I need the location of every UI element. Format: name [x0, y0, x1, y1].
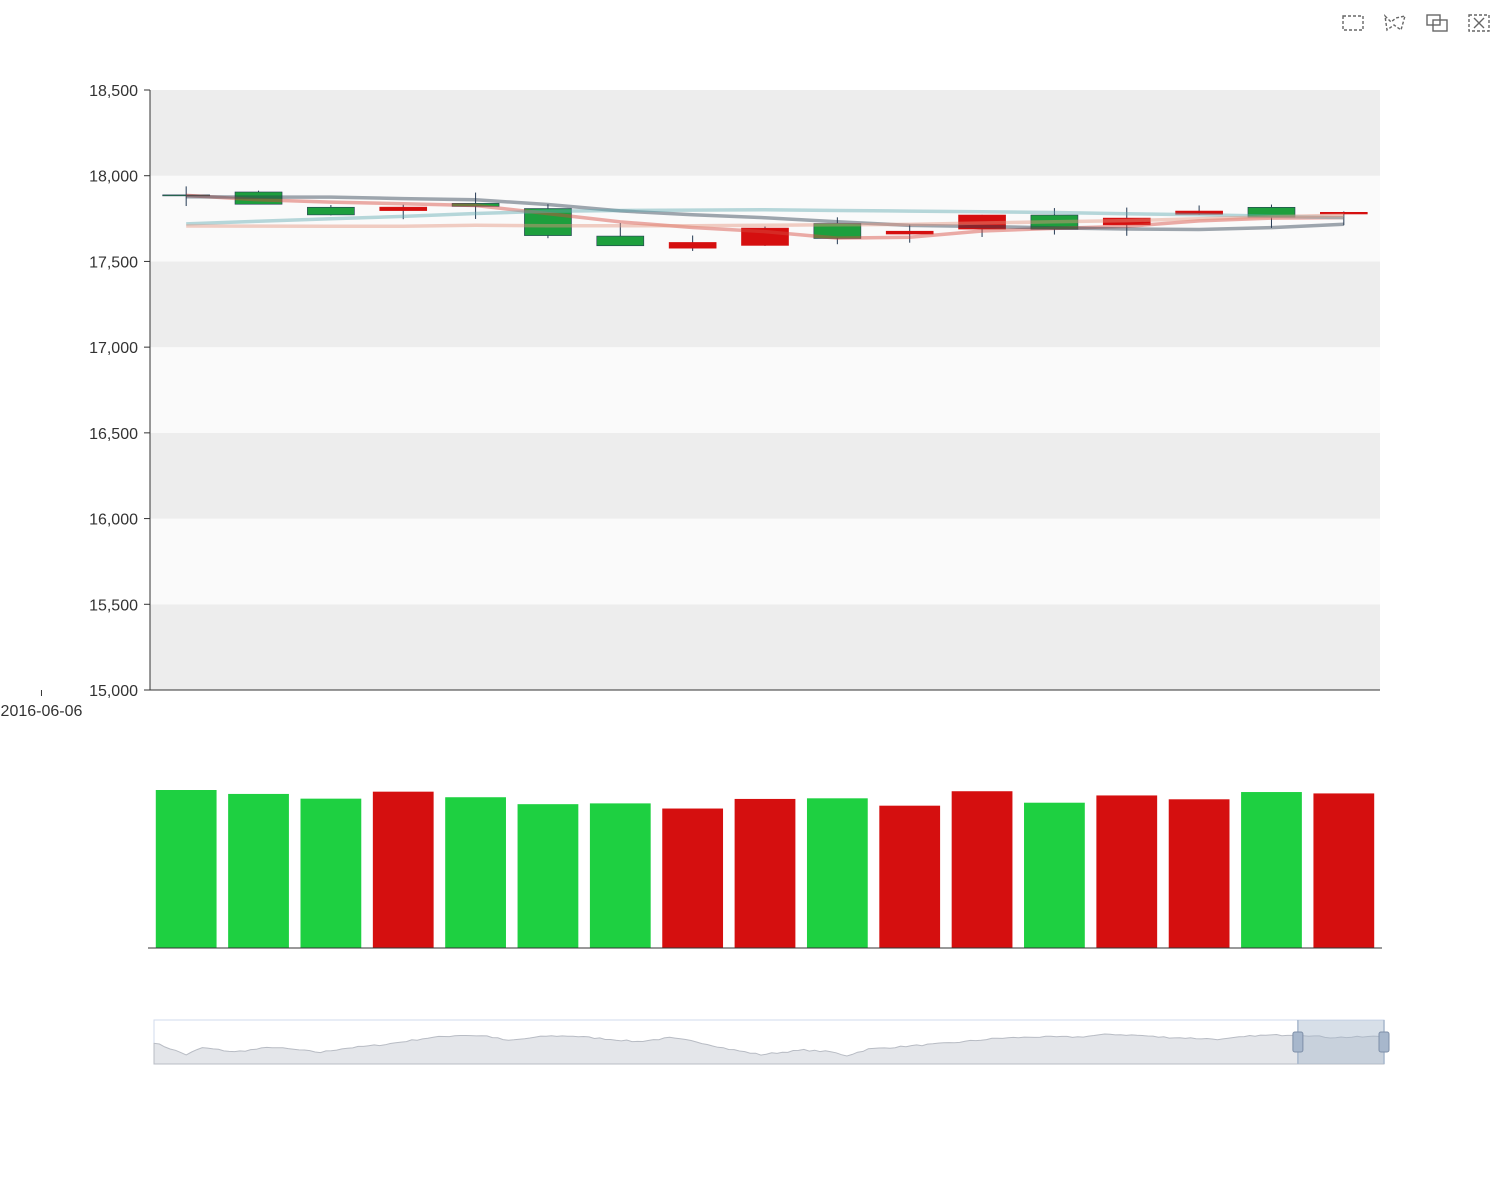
y-tick-label: 17,500: [89, 254, 138, 271]
volume-bar: [662, 808, 724, 948]
volume-bar: [1096, 795, 1158, 948]
candle-body[interactable]: [379, 206, 428, 211]
volume-bar: [734, 798, 796, 948]
candle-body[interactable]: [885, 230, 934, 235]
data-zoom-slider: [153, 1019, 1390, 1065]
price-band: [150, 432, 1380, 519]
volume-bar: [228, 793, 289, 948]
y-tick-label: 17,000: [89, 340, 138, 357]
volume-bar: [372, 791, 434, 948]
slider-handle-right[interactable]: [1378, 1031, 1390, 1053]
candle-body[interactable]: [596, 235, 645, 247]
y-tick-label: 15,500: [89, 597, 138, 614]
x-tick-label: 2016-06-06: [1, 703, 83, 720]
volume-bar: [300, 798, 362, 948]
price-band: [150, 518, 1380, 605]
y-tick-label: 18,000: [89, 169, 138, 186]
candle-body[interactable]: [1320, 211, 1368, 215]
y-tick-label: 16,000: [89, 512, 138, 529]
price-band: [150, 604, 1380, 690]
price-band: [150, 261, 1380, 348]
volume-bar: [1313, 793, 1375, 948]
candle-body[interactable]: [668, 242, 717, 249]
volume-bar: [1168, 799, 1230, 948]
volume-bar: [155, 790, 217, 948]
volume-bar: [951, 791, 1013, 948]
volume-series: [148, 790, 1382, 949]
price-band: [150, 90, 1380, 176]
stock-chart: 15,000 15,500 16,000 16,500 17,000 17,500 18,0…: [1, 83, 1390, 1065]
price-band: [150, 347, 1380, 433]
y-tick-label: 18,500: [89, 83, 138, 100]
candle-body[interactable]: [307, 206, 355, 216]
volume-bar: [589, 803, 651, 948]
slider-window[interactable]: [1297, 1020, 1384, 1064]
slider-handle-left[interactable]: [1292, 1031, 1304, 1053]
volume-bar: [806, 798, 868, 948]
volume-bar: [445, 797, 506, 948]
price-bands: [150, 90, 1380, 690]
volume-bar: [517, 804, 579, 948]
y-tick-label: 15,000: [89, 683, 138, 700]
y-tick-label: 16,500: [89, 426, 138, 443]
volume-bar: [879, 805, 941, 948]
volume-bar: [1024, 802, 1085, 948]
volume-bar: [1241, 792, 1302, 948]
price-axis-labels: 15,000 15,500 16,000 16,500 17,000 17,500 18,0…: [89, 83, 150, 700]
date-axis-labels: 2015-09-112015-10-142015-11-162015-12-18…: [1, 690, 83, 720]
